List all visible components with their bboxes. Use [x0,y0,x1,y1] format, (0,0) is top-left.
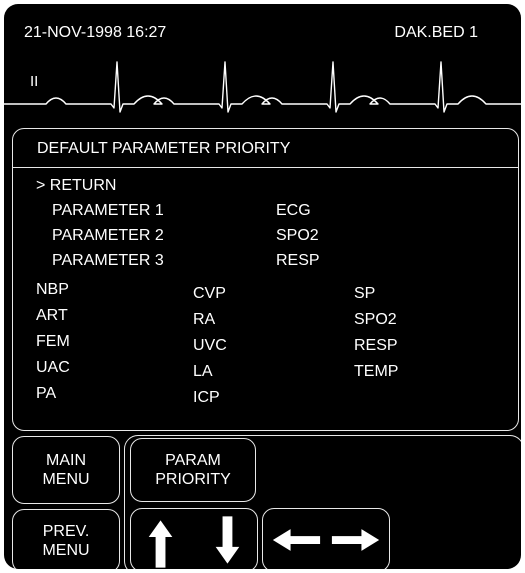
option-fem[interactable]: FEM [36,333,70,351]
option-spo2[interactable]: SPO2 [354,311,397,329]
prev-menu-label: PREV. MENU [42,523,90,559]
main-menu-label: MAIN MENU [42,452,90,488]
option-temp[interactable]: TEMP [354,363,398,381]
parameter-2-value: SPO2 [276,227,319,244]
parameter-1-value: ECG [276,202,311,219]
up-down-arrows-icon [148,516,240,568]
param-priority-label: PARAM PRIORITY [155,452,231,488]
option-art[interactable]: ART [36,307,68,325]
parameter-3-label[interactable]: PARAMETER 3 [52,252,164,270]
option-icp[interactable]: ICP [193,389,220,407]
option-sp[interactable]: SP [354,285,375,303]
parameter-2-label[interactable]: PARAMETER 2 [52,227,164,245]
prev-menu-button[interactable]: PREV. MENU [12,509,120,569]
option-uvc[interactable]: UVC [193,337,227,355]
up-down-button[interactable] [130,508,258,569]
menu-title: DEFAULT PARAMETER PRIORITY [13,129,518,168]
option-cvp[interactable]: CVP [193,285,226,303]
return-option[interactable]: > RETURN [36,177,116,195]
date-time: 21-NOV-1998 16:27 [24,24,167,41]
option-nbp[interactable]: NBP [36,281,69,299]
left-right-arrows-icon [272,529,380,551]
main-menu-button[interactable]: MAIN MENU [12,436,120,504]
option-resp[interactable]: RESP [354,337,398,355]
option-pa[interactable]: PA [36,385,56,403]
option-la[interactable]: LA [193,363,213,381]
parameter-priority-panel: DEFAULT PARAMETER PRIORITY > RETURN PARA… [12,128,519,431]
option-ra[interactable]: RA [193,311,215,329]
monitor-screen: 21-NOV-1998 16:27 DAK.BED 1 II DEFAULT P… [4,4,521,569]
option-uac[interactable]: UAC [36,359,70,377]
ecg-waveform [4,61,521,113]
parameter-1-label[interactable]: PARAMETER 1 [52,202,164,220]
parameter-3-value: RESP [276,252,320,269]
param-priority-button[interactable]: PARAM PRIORITY [130,438,256,502]
left-right-button[interactable] [262,508,390,569]
bed-label: DAK.BED 1 [394,24,478,41]
